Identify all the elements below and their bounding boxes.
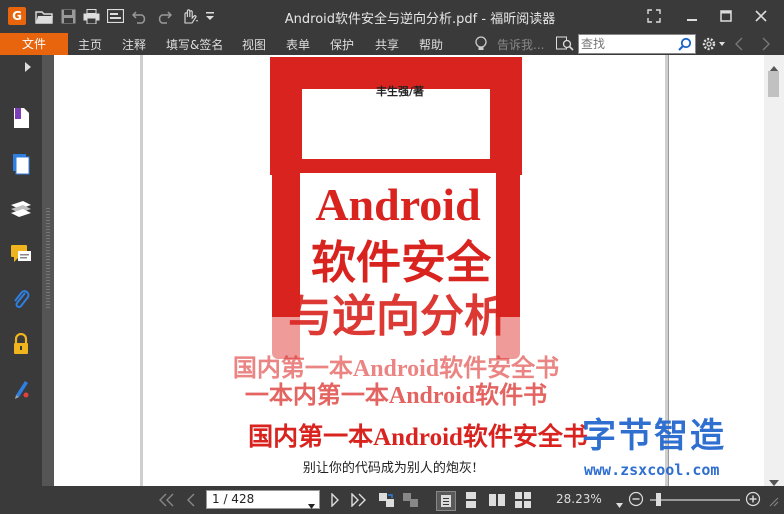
comments-icon[interactable]: [10, 243, 32, 265]
minimize-icon[interactable]: [681, 6, 703, 26]
search-box[interactable]: [578, 34, 696, 54]
previous-view-icon[interactable]: [377, 491, 395, 509]
previous-result-icon[interactable]: [733, 36, 745, 55]
book-cover: 丰生强/著 Android 软件安全 与逆向分析 国内第一本Android软件安…: [233, 57, 726, 479]
zoom-dropdown-icon[interactable]: [616, 497, 623, 511]
window-title: Android软件安全与逆向分析.pdf - 福昕阅读器: [284, 12, 556, 27]
status-bar: 1 / 428 28.23%: [0, 486, 784, 514]
watermark-url: www.zsxcool.com: [584, 461, 719, 479]
title-bar: G Android软件安全与逆向分析.pdf - 福昕阅读器: [0, 0, 784, 33]
tab-protect[interactable]: 保护: [330, 36, 354, 53]
next-result-icon[interactable]: [760, 36, 772, 55]
search-input[interactable]: [581, 36, 675, 52]
tell-me-input[interactable]: 告诉我...: [497, 36, 544, 53]
tab-view[interactable]: 视图: [242, 36, 266, 53]
vertical-scrollbar[interactable]: [764, 55, 784, 486]
maximize-icon[interactable]: [715, 6, 737, 26]
bookmarks-icon[interactable]: [10, 107, 32, 129]
save-icon[interactable]: [59, 8, 77, 24]
cover-title-cn-2: 与逆向分析: [288, 291, 508, 342]
app-logo[interactable]: G: [8, 7, 26, 25]
undo-icon[interactable]: [131, 8, 149, 24]
facing-view-icon[interactable]: [488, 491, 506, 509]
document-viewport[interactable]: 丰生强/著 Android 软件安全 与逆向分析 国内第一本Android软件安…: [54, 55, 764, 486]
search-icon[interactable]: [678, 37, 692, 54]
previous-page-icon[interactable]: [182, 491, 200, 509]
navigation-panel: [0, 55, 42, 486]
continuous-view-icon[interactable]: [462, 491, 480, 509]
scroll-thumb[interactable]: [768, 71, 779, 97]
first-page-icon[interactable]: [158, 491, 176, 509]
cover-title-en: Android: [315, 179, 481, 230]
cover-blurb-2: 一本内第一本Android软件书: [245, 381, 547, 409]
panel-splitter[interactable]: [42, 55, 54, 486]
signature-pen-icon[interactable]: [10, 378, 32, 400]
zoom-level[interactable]: 28.23%: [556, 492, 602, 506]
expand-panel-icon[interactable]: [24, 61, 32, 75]
zoom-in-icon[interactable]: [745, 491, 761, 510]
hand-tool-icon[interactable]: [180, 8, 200, 24]
watermark-logo: 字节智造: [582, 416, 726, 456]
cover-author: 丰生强/著: [376, 84, 424, 98]
next-view-icon[interactable]: [401, 491, 419, 509]
close-icon[interactable]: [750, 6, 772, 26]
page-dropdown-icon[interactable]: [308, 497, 315, 514]
attachments-icon[interactable]: [10, 289, 32, 311]
lightbulb-icon: [474, 36, 490, 52]
tab-help[interactable]: 帮助: [419, 36, 443, 53]
find-in-document-icon[interactable]: [556, 36, 574, 52]
customize-quick-access-icon[interactable]: [204, 8, 216, 24]
security-lock-icon[interactable]: [10, 333, 32, 355]
splitter-grip[interactable]: [46, 208, 50, 308]
open-folder-icon[interactable]: [35, 8, 53, 24]
resize-grip-icon: [768, 496, 780, 511]
zoom-out-icon[interactable]: [628, 491, 644, 510]
zoom-slider-handle[interactable]: [656, 493, 661, 506]
single-page-view-icon[interactable]: [436, 491, 456, 511]
cover-blurb-1: 国内第一本Android软件安全书: [233, 354, 559, 382]
cover-tagline: 国内第一本Android软件安全书: [248, 422, 588, 451]
tab-file[interactable]: 文件: [0, 33, 68, 55]
properties-icon[interactable]: [106, 8, 124, 24]
tab-fill-sign[interactable]: 填写&签名: [166, 36, 223, 53]
layers-icon[interactable]: [10, 198, 32, 220]
tab-share[interactable]: 共享: [375, 36, 399, 53]
settings-gear-icon[interactable]: [701, 36, 727, 52]
page-thumbnails-icon[interactable]: [10, 153, 32, 175]
tab-form[interactable]: 表单: [286, 36, 310, 53]
page-number-value: 1 / 428: [212, 492, 255, 506]
tab-home[interactable]: 主页: [78, 36, 102, 53]
continuous-facing-view-icon[interactable]: [514, 491, 532, 509]
tab-comment[interactable]: 注释: [122, 36, 146, 53]
ribbon-tabs: 文件 主页 注释 填写&签名 视图 表单 保护 共享 帮助 告诉我...: [0, 33, 784, 55]
page-number-field[interactable]: 1 / 428: [206, 490, 320, 509]
cover-title-cn-1: 软件安全: [311, 236, 492, 289]
print-icon[interactable]: [82, 8, 100, 24]
fullscreen-icon[interactable]: [643, 6, 665, 26]
last-page-icon[interactable]: [350, 491, 368, 509]
zoom-slider[interactable]: [650, 499, 740, 501]
next-page-icon[interactable]: [326, 491, 344, 509]
redo-icon[interactable]: [155, 8, 173, 24]
cover-slogan: 别让你的代码成为别人的炮灰!: [303, 460, 477, 476]
